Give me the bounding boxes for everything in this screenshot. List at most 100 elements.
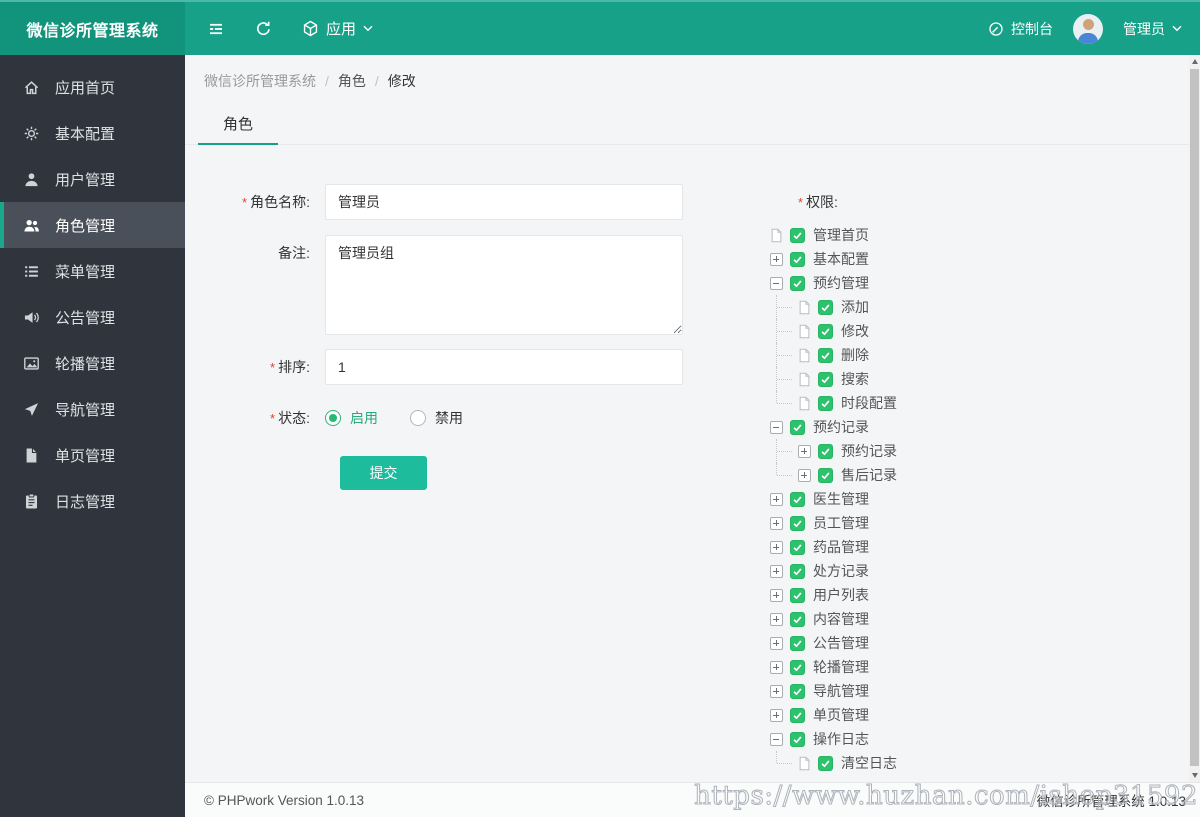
user-avatar[interactable]: [1073, 13, 1103, 44]
sidebar-item-roles[interactable]: 角色管理: [0, 202, 185, 248]
vertical-scrollbar[interactable]: [1189, 55, 1200, 782]
checkbox-checked-icon[interactable]: [818, 299, 833, 315]
tree-node-label[interactable]: 添加: [833, 297, 869, 317]
check-icon: [792, 518, 803, 529]
checkbox-checked-icon[interactable]: [790, 707, 805, 723]
checkbox-checked-icon[interactable]: [818, 755, 833, 771]
expand-plus-icon[interactable]: [769, 708, 783, 722]
tree-node: 预约记录 预约记录 售后记录: [768, 415, 897, 487]
tree-node-label[interactable]: 处方记录: [805, 561, 869, 581]
checkbox-checked-icon[interactable]: [790, 419, 805, 435]
checkbox-checked-icon[interactable]: [790, 635, 805, 651]
expand-plus-icon[interactable]: [769, 492, 783, 506]
radio-checked-icon[interactable]: [325, 410, 341, 426]
remark-textarea[interactable]: 管理员组: [325, 235, 683, 335]
sidebar-item-home[interactable]: 应用首页: [0, 64, 185, 110]
tab-role[interactable]: 角色: [198, 106, 279, 145]
tree-node-label[interactable]: 操作日志: [805, 729, 869, 749]
expand-plus-icon[interactable]: [769, 540, 783, 554]
checkbox-checked-icon[interactable]: [818, 347, 833, 363]
tree-node-label[interactable]: 医生管理: [805, 489, 869, 509]
tree-node-label[interactable]: 单页管理: [805, 705, 869, 725]
tree-node: 医生管理: [768, 487, 897, 511]
sidebar-item-pages[interactable]: 单页管理: [0, 432, 185, 478]
checkbox-checked-icon[interactable]: [790, 515, 805, 531]
field-status: * 状态: 启用 禁用: [205, 400, 705, 437]
tree-node-label[interactable]: 公告管理: [805, 633, 869, 653]
app-menu-dropdown[interactable]: 应用: [302, 18, 373, 39]
checkbox-checked-icon[interactable]: [818, 371, 833, 387]
tree-node-label[interactable]: 管理首页: [805, 225, 869, 245]
tree-node-label[interactable]: 药品管理: [805, 537, 869, 557]
expand-plus-icon[interactable]: [769, 636, 783, 650]
expand-plus-icon[interactable]: [797, 444, 811, 458]
user-menu-dropdown[interactable]: 管理员: [1123, 19, 1182, 39]
expand-plus-icon[interactable]: [769, 588, 783, 602]
checkbox-checked-icon[interactable]: [790, 731, 805, 747]
breadcrumb-item[interactable]: 微信诊所管理系统: [204, 73, 316, 89]
sidebar-item-carousel[interactable]: 轮播管理: [0, 340, 185, 386]
tree-node-label[interactable]: 售后记录: [833, 465, 897, 485]
collapse-minus-icon[interactable]: [769, 276, 783, 290]
tree-node-label[interactable]: 搜索: [833, 369, 869, 389]
refresh-button[interactable]: [255, 20, 272, 37]
scrollbar-thumb[interactable]: [1190, 69, 1199, 766]
expand-plus-icon[interactable]: [769, 252, 783, 266]
sort-input[interactable]: [325, 349, 683, 385]
console-link[interactable]: 控制台: [988, 19, 1053, 39]
sidebar-item-users[interactable]: 用户管理: [0, 156, 185, 202]
tree-node-label[interactable]: 内容管理: [805, 609, 869, 629]
expand-plus-icon[interactable]: [769, 612, 783, 626]
required-mark: *: [242, 195, 248, 210]
checkbox-checked-icon[interactable]: [790, 251, 805, 267]
checkbox-checked-icon[interactable]: [818, 323, 833, 339]
expand-plus-icon[interactable]: [769, 564, 783, 578]
sidebar-collapse-button[interactable]: [207, 21, 225, 37]
checkbox-checked-icon[interactable]: [790, 587, 805, 603]
checkbox-checked-icon[interactable]: [790, 683, 805, 699]
radio-disabled[interactable]: 禁用: [410, 408, 463, 428]
checkbox-checked-icon[interactable]: [790, 227, 805, 243]
file-icon: [798, 372, 811, 387]
checkbox-checked-icon[interactable]: [790, 539, 805, 555]
expand-plus-icon[interactable]: [769, 684, 783, 698]
tree-node-label[interactable]: 修改: [833, 321, 869, 341]
checkbox-checked-icon[interactable]: [818, 443, 833, 459]
collapse-minus-icon[interactable]: [769, 732, 783, 746]
checkbox-checked-icon[interactable]: [790, 491, 805, 507]
role-name-input[interactable]: [325, 184, 683, 220]
sidebar-item-notice[interactable]: 公告管理: [0, 294, 185, 340]
tree-node-label[interactable]: 删除: [833, 345, 869, 365]
tree-node-label[interactable]: 轮播管理: [805, 657, 869, 677]
tree-node-label[interactable]: 导航管理: [805, 681, 869, 701]
sidebar-item-menus[interactable]: 菜单管理: [0, 248, 185, 294]
radio-unchecked-icon[interactable]: [410, 410, 426, 426]
tree-node-label[interactable]: 预约记录: [833, 441, 897, 461]
checkbox-checked-icon[interactable]: [790, 563, 805, 579]
checkbox-checked-icon[interactable]: [818, 467, 833, 483]
collapse-minus-icon[interactable]: [769, 420, 783, 434]
checkbox-checked-icon[interactable]: [790, 659, 805, 675]
checkbox-checked-icon[interactable]: [818, 395, 833, 411]
sidebar-item-config[interactable]: 基本配置: [0, 110, 185, 156]
tree-node-label[interactable]: 预约管理: [805, 273, 869, 293]
breadcrumb-item[interactable]: 角色: [338, 73, 366, 89]
radio-enabled[interactable]: 启用: [325, 408, 378, 428]
submit-button[interactable]: 提交: [340, 456, 427, 490]
tree-node-label[interactable]: 用户列表: [805, 585, 869, 605]
tree-children: 添加 修改 删除 搜索 时段配置: [776, 295, 897, 415]
expand-plus-icon[interactable]: [769, 516, 783, 530]
tree-node-label[interactable]: 基本配置: [805, 249, 869, 269]
sidebar-item-logs[interactable]: 日志管理: [0, 478, 185, 524]
sidebar-item-navigate[interactable]: 导航管理: [0, 386, 185, 432]
tree-node-label[interactable]: 时段配置: [833, 393, 897, 413]
checkbox-checked-icon[interactable]: [790, 275, 805, 291]
tree-node-label[interactable]: 预约记录: [805, 417, 869, 437]
scroll-up-arrow[interactable]: [1189, 55, 1200, 68]
expand-plus-icon[interactable]: [797, 468, 811, 482]
expand-plus-icon[interactable]: [769, 660, 783, 674]
checkbox-checked-icon[interactable]: [790, 611, 805, 627]
tree-node-label[interactable]: 员工管理: [805, 513, 869, 533]
scroll-down-arrow[interactable]: [1189, 769, 1200, 782]
tree-node-label[interactable]: 清空日志: [833, 753, 897, 773]
